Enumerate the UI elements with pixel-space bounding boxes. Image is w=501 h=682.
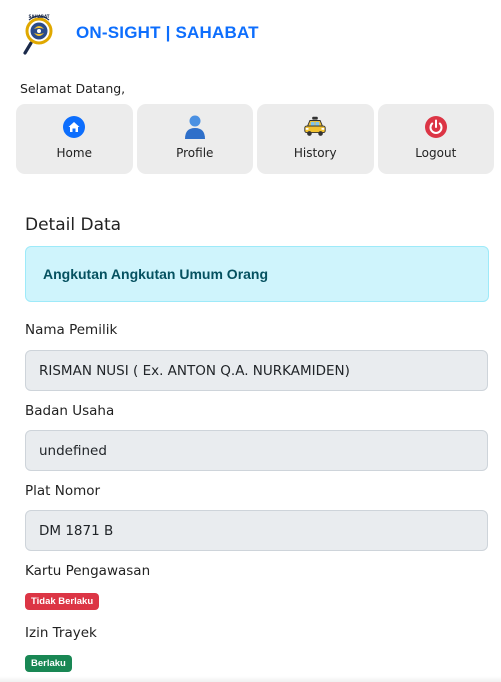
category-alert: Angkutan Angkutan Umum Orang <box>25 246 489 302</box>
app-page: SAHABAT ON-SIGHT | SAHABAT Selamat Datan… <box>0 0 501 682</box>
history-button[interactable]: History <box>257 104 374 174</box>
user-icon <box>182 114 208 140</box>
business-entity-label: Badan Usaha <box>25 403 115 419</box>
detail-title: Detail Data <box>25 215 122 235</box>
home-button[interactable]: Home <box>16 104 133 174</box>
logout-label: Logout <box>415 146 457 160</box>
taxi-icon <box>302 114 328 140</box>
plate-number-label: Plat Nomor <box>25 483 101 499</box>
plate-number-field[interactable]: DM 1871 B <box>25 510 488 551</box>
app-header: SAHABAT ON-SIGHT | SAHABAT <box>22 10 259 56</box>
route-permit-label: Izin Trayek <box>25 625 97 641</box>
owner-name-field[interactable]: RISMAN NUSI ( Ex. ANTON Q.A. NURKAMIDEN) <box>25 350 488 391</box>
power-icon <box>423 114 449 140</box>
home-icon <box>61 114 87 140</box>
welcome-text: Selamat Datang, <box>20 81 126 96</box>
logout-button[interactable]: Logout <box>377 104 494 174</box>
history-label: History <box>293 146 337 160</box>
home-label: Home <box>56 146 92 160</box>
supervision-card-label: Kartu Pengawasan <box>25 563 151 579</box>
brand-title: ON-SIGHT | SAHABAT <box>76 23 259 42</box>
profile-button[interactable]: Profile <box>136 104 253 174</box>
app-logo: SAHABAT <box>22 11 56 55</box>
supervision-card-status-badge: Tidak Berlaku <box>25 593 100 610</box>
bottom-divider <box>0 676 501 682</box>
logo-text: SAHABAT <box>29 14 50 19</box>
main-nav: Home Profile History Logout <box>16 104 494 174</box>
business-entity-field[interactable]: undefined <box>25 430 488 471</box>
route-permit-status-badge: Berlaku <box>25 655 72 672</box>
owner-name-label: Nama Pemilik <box>25 322 118 338</box>
profile-label: Profile <box>176 146 214 160</box>
